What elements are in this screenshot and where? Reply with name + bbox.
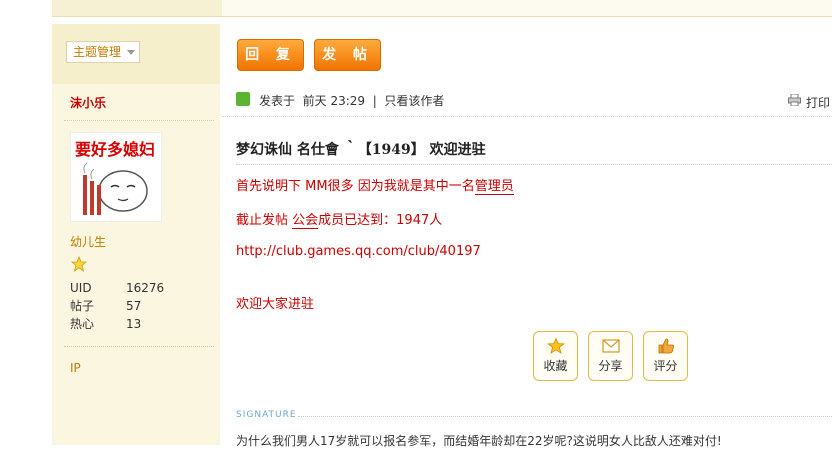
avatar-image: 要好多媳妇: [71, 133, 161, 221]
user-rank: 幼儿生: [70, 235, 107, 249]
meta-divider: |: [372, 94, 377, 108]
signature-text: 为什么我们男人17岁就可以报名参军，而结婚年龄却在22岁呢?这说明女人比敌人还难…: [236, 434, 722, 448]
stat-value: 16276: [126, 281, 165, 295]
print-link[interactable]: 打印: [806, 94, 830, 111]
star-icon: [546, 338, 565, 354]
star-icon: [71, 256, 87, 272]
content-line: 欢迎大家进驻: [236, 293, 314, 312]
content-line: 首先说明下 MM很多 因为我就是其中一名管理员: [236, 175, 514, 195]
signature-divider: [298, 416, 832, 417]
title-divider: [236, 164, 832, 165]
guild-link[interactable]: 公会: [292, 213, 319, 229]
post-status-icon: [236, 92, 250, 106]
stat-key: 热心: [70, 317, 95, 331]
stat-key: UID: [70, 281, 92, 295]
share-button[interactable]: 分享: [588, 331, 633, 381]
club-url[interactable]: http://club.games.qq.com/club/40197: [236, 244, 481, 259]
posted-label: 发表于: [259, 94, 296, 108]
favorite-label: 收藏: [543, 359, 568, 373]
new-post-button[interactable]: 发 帖: [314, 39, 381, 71]
only-author-link[interactable]: 只看该作者: [384, 94, 444, 108]
signature-heading: SIGNATURE: [236, 410, 297, 420]
topic-manage-label: 主题管理: [73, 45, 122, 59]
favorite-button[interactable]: 收藏: [533, 331, 578, 381]
author-name[interactable]: 沫小乐: [70, 94, 106, 111]
author-sidebar: 主题管理 沫小乐 要好多媳妇 幼儿生 UID 16276 帖子 57 热心 13 IP: [52, 24, 220, 445]
printer-icon[interactable]: [788, 94, 801, 106]
divider: [64, 346, 214, 347]
sidebar-head: 主题管理: [52, 24, 220, 84]
stat-value: 13: [126, 317, 142, 331]
post-title: 梦幻诛仙 名仕會 ｀【1949】 欢迎进驻: [236, 142, 486, 158]
envelope-icon: [601, 339, 620, 353]
admin-link[interactable]: 管理员: [474, 179, 514, 195]
post-time: 前天 23:29: [302, 94, 366, 108]
stat-row: UID 16276: [70, 279, 164, 297]
rate-label: 评分: [653, 359, 678, 373]
stat-key: 帖子: [70, 299, 95, 313]
ip-label[interactable]: IP: [70, 361, 81, 375]
stat-value: 57: [126, 299, 142, 313]
post-meta: 发表于 前天 23:29 | 只看该作者: [259, 92, 444, 109]
svg-text:要好多媳妇: 要好多媳妇: [75, 140, 155, 159]
divider: [64, 120, 214, 121]
share-label: 分享: [598, 359, 623, 373]
content-text: 截止发帖: [236, 213, 293, 228]
content-text: 成员已达到：1947人: [318, 213, 443, 228]
stat-row: 热心 13: [70, 315, 164, 333]
rate-button[interactable]: 评分: [643, 331, 688, 381]
reply-button[interactable]: 回 复: [237, 39, 304, 71]
content-text: 欢迎大家进驻: [236, 297, 315, 312]
content-line: 截止发帖 公会成员已达到：1947人: [236, 209, 443, 229]
avatar[interactable]: 要好多媳妇: [70, 132, 162, 222]
left-top-strip: [52, 0, 222, 17]
post-info-bar: 发表于 前天 23:29 | 只看该作者 打印: [222, 84, 832, 117]
user-stats: UID 16276 帖子 57 热心 13: [70, 279, 164, 333]
content-line: http://club.games.qq.com/club/40197: [236, 244, 481, 259]
stat-row: 帖子 57: [70, 297, 164, 315]
chevron-down-icon: [127, 50, 136, 55]
content-text: 首先说明下 MM很多 因为我就是其中一名: [236, 179, 475, 194]
thumbs-up-icon: [658, 338, 674, 354]
topic-manage-dropdown[interactable]: 主题管理: [66, 41, 141, 63]
